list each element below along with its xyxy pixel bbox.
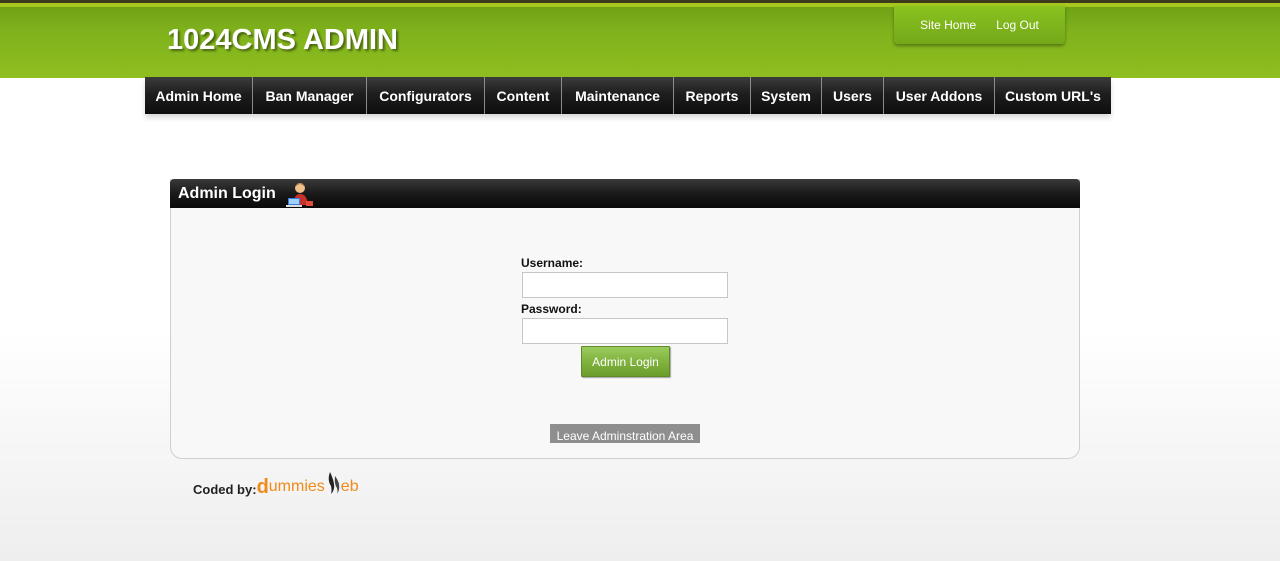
password-input[interactable] xyxy=(522,318,728,344)
nav-item-ban-manager[interactable]: Ban Manager xyxy=(253,77,367,114)
brand-d: d xyxy=(256,476,269,498)
username-label: Username: xyxy=(521,256,584,270)
site-home-link[interactable]: Site Home xyxy=(920,18,976,32)
header-bar: 1024CMS ADMIN Site Home Log Out xyxy=(0,0,1280,78)
login-form: Username: Password: xyxy=(521,255,731,344)
site-logo: 1024CMS ADMIN xyxy=(167,24,398,56)
credit-label: Coded by: xyxy=(193,482,257,497)
nav-item-user-addons[interactable]: User Addons xyxy=(884,77,995,114)
nav-item-custom-url-s[interactable]: Custom URL's xyxy=(995,77,1111,114)
panel-header: Admin Login xyxy=(170,179,1080,208)
main-nav: Admin Home Ban Manager Configurators Conten… xyxy=(145,77,1111,114)
nav-item-users[interactable]: Users xyxy=(822,77,884,114)
nav-item-content[interactable]: Content xyxy=(485,77,562,114)
footer-credit: Coded by: d ummies eb xyxy=(193,470,359,500)
admin-user-icon xyxy=(285,181,314,207)
nav-item-system[interactable]: System xyxy=(751,77,822,114)
nav-item-admin-home[interactable]: Admin Home xyxy=(145,77,253,114)
nav-item-maintenance[interactable]: Maintenance xyxy=(562,77,674,114)
username-input[interactable] xyxy=(522,272,728,298)
nav-item-reports[interactable]: Reports xyxy=(674,77,751,114)
password-label: Password: xyxy=(521,302,582,316)
log-out-link[interactable]: Log Out xyxy=(996,18,1039,32)
panel-title: Admin Login xyxy=(178,184,276,202)
top-links: Site Home Log Out xyxy=(894,6,1065,44)
admin-login-button[interactable]: Admin Login xyxy=(581,346,670,377)
dummiesweb-logo[interactable]: d ummies eb xyxy=(257,472,359,500)
leave-admin-area-button[interactable]: Leave Adminstration Area xyxy=(550,424,700,443)
brand-middle: ummies xyxy=(268,478,325,495)
brand-flame-icon xyxy=(328,472,340,494)
nav-item-configurators[interactable]: Configurators xyxy=(367,77,485,114)
header-top-highlight xyxy=(0,3,1280,7)
brand-end: eb xyxy=(340,478,359,495)
